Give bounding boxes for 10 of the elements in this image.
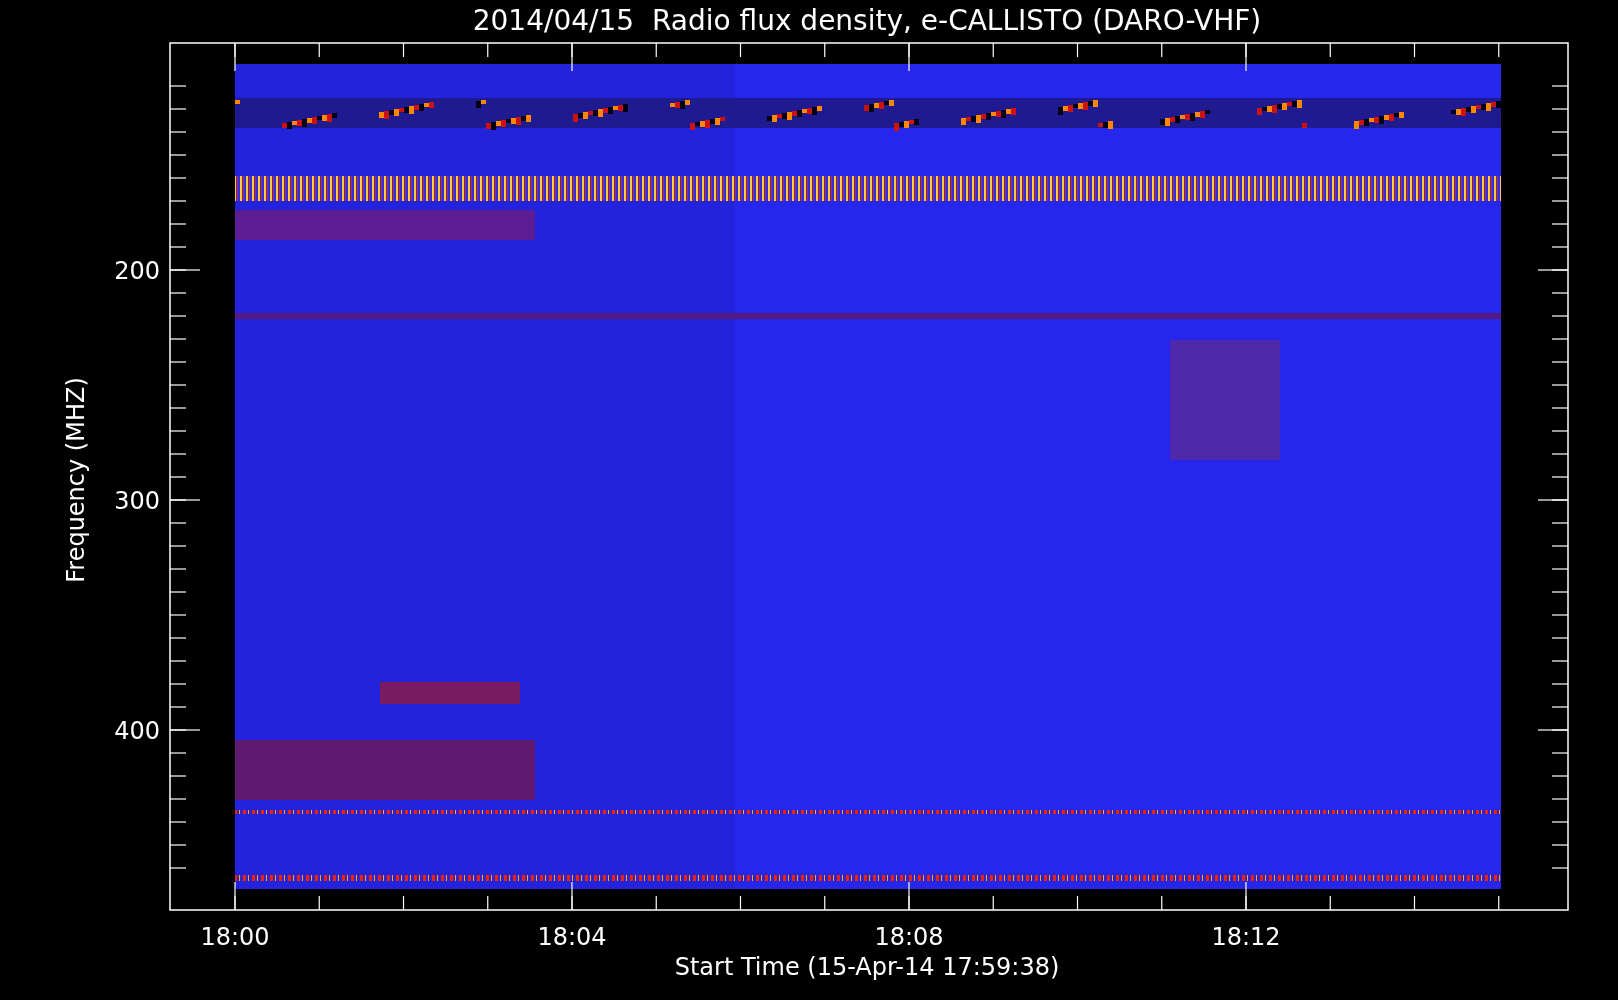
y-tick-label: 400 (114, 717, 160, 745)
x-axis-title: Start Time (15-Apr-14 17:59:38) (674, 953, 1060, 981)
y-tick-label: 200 (114, 257, 160, 285)
plot-title: 2014/04/15 Radio flux density, e-CALLISTO (DARO-VHF) (472, 4, 1262, 37)
y-tick-label: 300 (114, 487, 160, 515)
x-tick-label: 18:08 (874, 923, 944, 951)
x-tick-label: 18:04 (537, 923, 607, 951)
x-tick-label: 18:12 (1211, 923, 1281, 951)
y-axis-title: Frequency (MHZ) (62, 377, 90, 583)
x-tick-label: 18:00 (200, 923, 270, 951)
